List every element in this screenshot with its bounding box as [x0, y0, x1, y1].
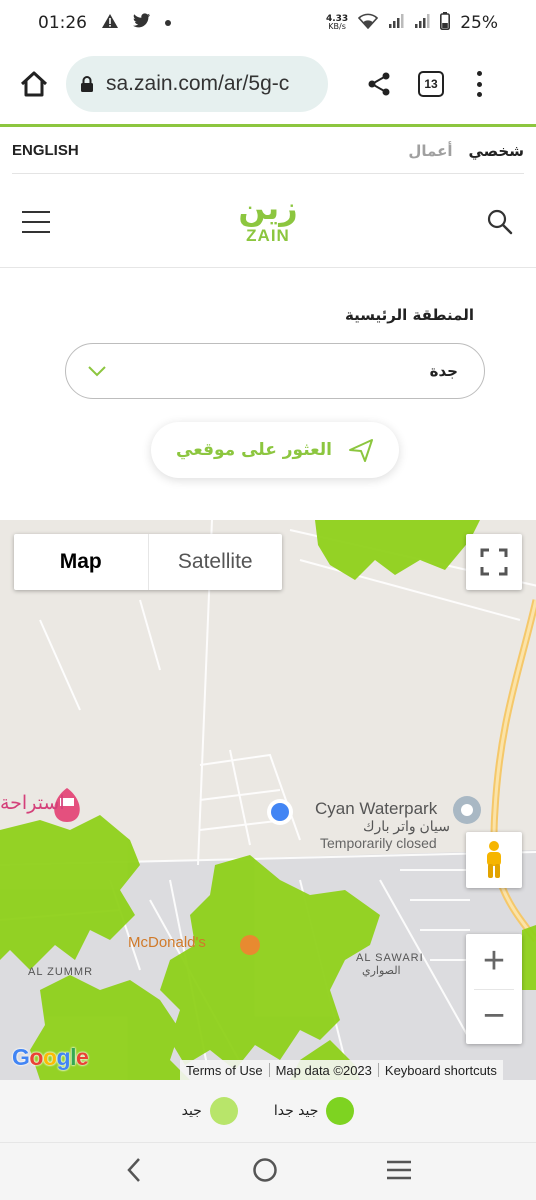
zoom-controls: + −	[466, 934, 522, 1044]
legend-good-swatch	[209, 1097, 238, 1125]
wifi-icon	[358, 13, 379, 34]
address-bar[interactable]: sa.zain.com/ar/5g-c	[66, 56, 328, 112]
search-button[interactable]	[486, 208, 514, 236]
browser-menu-button[interactable]	[474, 71, 484, 97]
waterpark-arabic-label: سيان واتر بارك	[363, 818, 451, 834]
home-circle-icon	[253, 1157, 277, 1182]
share-icon	[368, 72, 390, 96]
map-canvas	[0, 520, 536, 1080]
hamburger-line	[22, 230, 50, 233]
search-icon	[487, 209, 513, 234]
menu-dot-icon	[476, 81, 482, 87]
zain-logo[interactable]: زين ZAIN	[230, 190, 306, 254]
legend-very-good: جيد جدا	[274, 1097, 355, 1125]
warning-icon	[101, 13, 119, 34]
recents-icon	[387, 1160, 411, 1179]
battery-percent: 25%	[460, 13, 498, 33]
location-arrow-icon	[348, 439, 373, 462]
home-button[interactable]	[14, 64, 54, 104]
lock-icon	[81, 76, 93, 92]
legend-very-good-swatch	[326, 1097, 355, 1125]
map-attribution: Terms of Use Map data ©2023 Keyboard sho…	[180, 1060, 503, 1080]
twitter-icon	[133, 13, 151, 33]
google-logo[interactable]: Google	[12, 1044, 89, 1071]
personal-link[interactable]: شخصي	[468, 142, 524, 160]
rest-house-label[interactable]: استراحة	[0, 792, 65, 815]
hamburger-line	[22, 210, 50, 213]
logo-arabic: زين	[238, 189, 298, 227]
language-switch-link[interactable]: ENGLISH	[12, 142, 79, 159]
region-selected-value: جدة	[429, 362, 458, 380]
menu-dot-icon	[476, 71, 482, 76]
region-select[interactable]: جدة	[65, 343, 485, 399]
waterpark-label[interactable]: Cyan Waterpark	[315, 799, 437, 819]
zoom-in-button[interactable]: +	[466, 935, 522, 989]
battery-icon	[440, 11, 451, 35]
share-button[interactable]	[364, 69, 394, 99]
header-accent-line	[0, 124, 536, 127]
top-links-bar: ENGLISH أعمال شخصي	[12, 128, 524, 174]
map-type-toggle: Map Satellite	[14, 534, 282, 590]
terms-of-use-link[interactable]: Terms of Use	[180, 1063, 269, 1078]
status-bar: 01:26 4.33 KB/s 25%	[0, 0, 536, 46]
alsawari-arabic-label: الصواري	[362, 965, 401, 977]
browser-toolbar: sa.zain.com/ar/5g-c 13	[0, 46, 536, 122]
back-button[interactable]	[124, 1157, 144, 1187]
network-speed-unit: KB/s	[328, 22, 346, 31]
map-data-link[interactable]: Map data ©2023	[270, 1063, 378, 1078]
alsawari-label: AL SAWARI	[356, 952, 424, 964]
home-icon	[20, 71, 48, 97]
back-icon	[127, 1157, 140, 1182]
system-navigation-bar	[0, 1142, 536, 1200]
region-label: المنطقة الرئيسية	[344, 306, 474, 324]
find-my-location-button[interactable]: العثور على موقعي	[151, 422, 399, 478]
menu-dot-icon	[476, 92, 482, 97]
tab-switcher-button[interactable]: 13	[418, 71, 444, 97]
signal-icon-2	[414, 13, 430, 34]
legend-good: جيد	[182, 1097, 238, 1125]
url-text: sa.zain.com/ar/5g-c	[106, 72, 290, 95]
legend-very-good-label: جيد جدا	[273, 1103, 319, 1119]
chevron-down-icon	[88, 366, 106, 377]
status-time: 01:26	[38, 13, 87, 33]
network-speed: 4.33 KB/s	[326, 15, 348, 31]
pegman-icon	[487, 841, 501, 878]
keyboard-shortcuts-link[interactable]: Keyboard shortcuts	[379, 1063, 503, 1078]
segment-links: أعمال شخصي	[408, 142, 524, 160]
mcdonalds-label[interactable]: McDonald's	[128, 934, 206, 951]
recents-button[interactable]	[386, 1159, 412, 1185]
find-my-location-label: العثور على موقعي	[176, 440, 332, 460]
legend-good-label: جيد	[181, 1103, 202, 1119]
hamburger-menu-button[interactable]	[22, 210, 50, 233]
hamburger-line	[22, 220, 50, 223]
home-nav-button[interactable]	[252, 1157, 278, 1187]
logo-english: ZAIN	[246, 226, 290, 245]
fullscreen-icon	[480, 548, 508, 576]
fullscreen-button[interactable]	[466, 534, 522, 590]
coverage-map[interactable]: Map Satellite + − Cyan Waterpark سيان وا…	[0, 520, 536, 1080]
signal-icon-1	[388, 13, 404, 34]
map-type-map-button[interactable]: Map	[14, 534, 149, 590]
alzummr-label: AL ZUMMR	[28, 966, 94, 978]
waterpark-status-label: Temporarily closed	[320, 835, 437, 851]
business-link[interactable]: أعمال	[408, 142, 452, 160]
map-type-satellite-button[interactable]: Satellite	[149, 534, 283, 590]
notification-dot-icon	[165, 20, 171, 26]
street-view-button[interactable]	[466, 832, 522, 888]
zoom-out-button[interactable]: −	[466, 990, 522, 1044]
site-header: زين ZAIN	[0, 176, 536, 268]
coverage-legend: جيد جيد جدا	[0, 1080, 536, 1142]
